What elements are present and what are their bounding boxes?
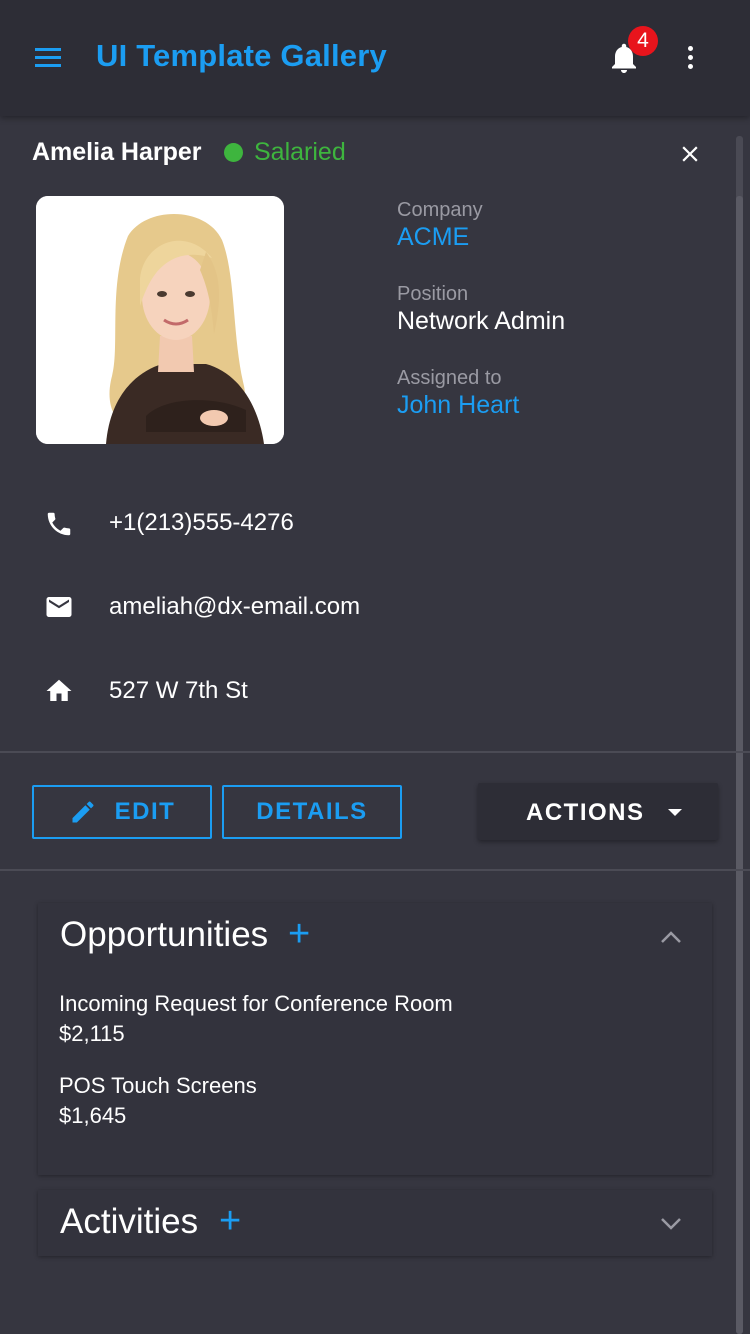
company-link[interactable]: ACME <box>397 223 469 252</box>
email-address[interactable]: ameliah@dx-email.com <box>109 593 360 621</box>
add-opportunity-icon[interactable]: + <box>288 913 310 956</box>
employee-name: Amelia Harper <box>32 138 202 166</box>
phone-icon <box>47 512 71 536</box>
chevron-up-icon[interactable] <box>660 930 682 944</box>
position-label: Position <box>397 283 469 305</box>
phone-number[interactable]: +1(213)555-4276 <box>109 509 294 537</box>
actions-dropdown-button[interactable]: ACTIONS <box>478 783 718 840</box>
menu-icon[interactable] <box>35 48 61 68</box>
address: 527 W 7th St <box>109 677 248 704</box>
status-dot-icon <box>224 143 243 162</box>
app-bar: UI Template Gallery 4 <box>0 0 750 116</box>
details-button[interactable]: DETAILS <box>222 785 402 839</box>
notification-badge: 4 <box>628 26 658 56</box>
edit-button[interactable]: EDIT <box>32 785 212 839</box>
close-icon[interactable] <box>677 141 703 167</box>
add-activity-icon[interactable]: + <box>219 1200 241 1243</box>
email-icon <box>46 597 72 617</box>
employee-photo <box>36 196 284 444</box>
more-options-icon[interactable] <box>682 46 698 72</box>
opportunities-card: Opportunities + Incoming Request for Con… <box>38 903 712 1175</box>
chevron-down-icon[interactable] <box>660 1217 682 1231</box>
status-label: Salaried <box>254 138 346 166</box>
activities-card: Activities + <box>38 1190 712 1256</box>
position-value: Network Admin <box>397 307 566 335</box>
assigned-to-link[interactable]: John Heart <box>397 391 519 420</box>
edit-label: EDIT <box>114 798 176 825</box>
scrollbar-thumb[interactable] <box>736 196 743 1334</box>
actions-label: ACTIONS <box>526 799 645 826</box>
caret-down-icon <box>668 809 682 816</box>
opportunities-title: Opportunities <box>60 915 269 954</box>
app-title: UI Template Gallery <box>96 38 387 73</box>
activities-title: Activities <box>60 1202 199 1241</box>
details-label: DETAILS <box>256 798 368 825</box>
assigned-label: Assigned to <box>397 367 502 389</box>
home-icon <box>46 679 72 701</box>
opportunity-title[interactable]: Incoming Request for Conference Room <box>59 991 453 1017</box>
divider <box>0 869 750 871</box>
divider <box>0 751 750 753</box>
pencil-icon <box>72 801 94 823</box>
opportunity-title[interactable]: POS Touch Screens <box>59 1073 257 1099</box>
opportunity-amount: $2,115 <box>59 1021 125 1046</box>
opportunity-amount: $1,645 <box>59 1103 127 1128</box>
company-label: Company <box>397 199 483 221</box>
